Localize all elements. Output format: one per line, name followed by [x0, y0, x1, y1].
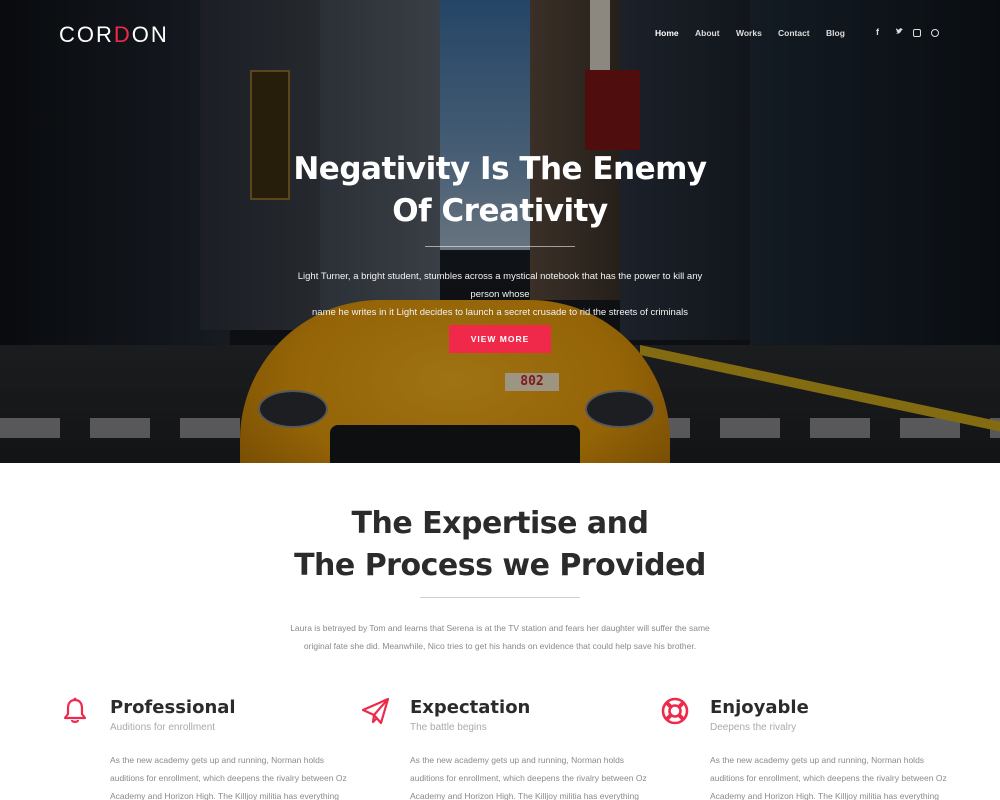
section-description: Laura is betrayed by Tom and learns that… [290, 619, 710, 655]
hero-divider [425, 246, 575, 247]
section-title-line: The Process we Provided [294, 548, 706, 583]
section-title: The Expertise and The Process we Provide… [0, 503, 1000, 587]
feature-title: Enjoyable [710, 697, 809, 718]
section-text-line: Laura is betrayed by Tom and learns that… [290, 623, 710, 633]
feature-title: Expectation [410, 697, 531, 718]
bell-icon [59, 695, 91, 727]
feature-body-line: As the new academy gets up and running, … [410, 755, 625, 765]
feature-card: Enjoyable Deepens the rivalry As the new… [659, 693, 947, 800]
feature-body-line: auditions for enrollment, which deepens … [710, 773, 947, 783]
hero-title-line: Of Creativity [392, 193, 608, 229]
twitter-icon[interactable] [895, 27, 904, 38]
feature-title: Professional [110, 697, 236, 718]
social-links: f [876, 27, 946, 41]
feature-body-line: Academy and Horizon High. The Killjoy mi… [110, 791, 339, 800]
facebook-icon[interactable]: f [876, 27, 879, 37]
nav-item-blog[interactable]: Blog [826, 28, 845, 38]
hero-title: Negativity Is The Enemy Of Creativity [0, 148, 1000, 232]
nav-item-about[interactable]: About [695, 28, 720, 38]
hero-title-line: Negativity Is The Enemy [293, 151, 707, 187]
feature-body-line: As the new academy gets up and running, … [110, 755, 325, 765]
nav-item-home[interactable]: Home [655, 28, 679, 38]
hero-description: Light Turner, a bright student, stumbles… [290, 268, 710, 322]
feature-body-line: As the new academy gets up and running, … [710, 755, 925, 765]
feature-card: Expectation The battle begins As the new… [359, 693, 647, 800]
feature-body-line: auditions for enrollment, which deepens … [410, 773, 647, 783]
feature-subtitle: The battle begins [410, 722, 487, 733]
feature-body-line: auditions for enrollment, which deepens … [110, 773, 347, 783]
hero-text-line: name he writes in it Light decides to la… [312, 307, 688, 318]
feature-body: As the new academy gets up and running, … [710, 751, 950, 800]
feature-body: As the new academy gets up and running, … [110, 751, 350, 800]
view-more-button[interactable]: VIEW MORE [449, 325, 551, 353]
hero-text-line: Light Turner, a bright student, stumbles… [297, 271, 703, 300]
feature-body: As the new academy gets up and running, … [410, 751, 650, 800]
section-text-line: original fate she did. Meanwhile, Nico t… [303, 641, 697, 651]
feature-card: Professional Auditions for enrollment As… [59, 693, 347, 800]
paper-plane-icon [359, 695, 391, 727]
section-title-line: The Expertise and [351, 506, 649, 541]
nav-item-works[interactable]: Works [736, 28, 762, 38]
nav-item-contact[interactable]: Contact [778, 28, 810, 38]
section-divider [420, 597, 580, 598]
logo-accent: D [113, 22, 132, 47]
feature-body-line: Academy and Horizon High. The Killjoy mi… [710, 791, 939, 800]
brand-logo[interactable]: CORDON [59, 22, 169, 48]
feature-subtitle: Deepens the rivalry [710, 722, 797, 733]
feature-body-line: Academy and Horizon High. The Killjoy mi… [410, 791, 639, 800]
hero-section: 802 CORDON Home About Works Contact Blog… [0, 0, 1000, 463]
feature-subtitle: Auditions for enrollment [110, 722, 216, 733]
lifebuoy-icon [659, 695, 691, 727]
